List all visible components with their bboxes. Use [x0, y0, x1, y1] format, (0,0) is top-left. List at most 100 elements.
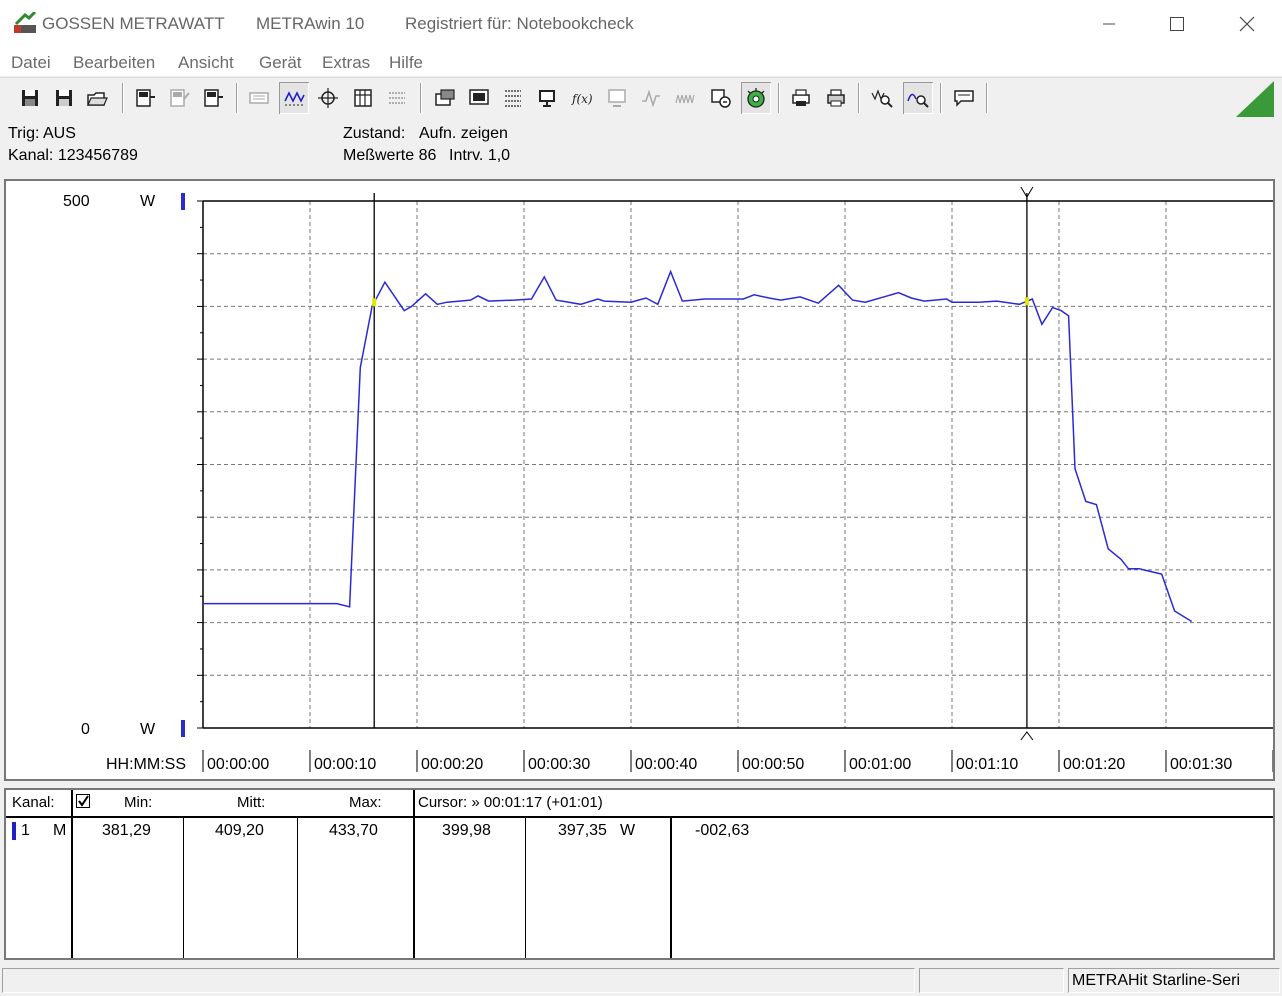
- column-divider: [670, 818, 672, 958]
- zoom-wave-icon[interactable]: [867, 82, 897, 114]
- x-tick-label: 00:01:10: [956, 756, 1019, 773]
- keyboard-disabled-icon[interactable]: [244, 82, 274, 114]
- status-bar: METRAHit Starline-Seri: [0, 966, 1282, 996]
- column-divider: [183, 818, 184, 958]
- interval-value: Intrv. 1,0: [449, 147, 511, 164]
- waveform-view-icon[interactable]: [279, 82, 309, 114]
- x-axis-label: HH:MM:SS: [106, 756, 186, 773]
- zoom-curve-icon[interactable]: [903, 82, 933, 114]
- menu-extras[interactable]: Extras: [322, 53, 370, 73]
- status-pane-device: METRAHit Starline-Seri: [1068, 968, 1280, 993]
- x-tick-label: 00:00:20: [421, 756, 484, 773]
- column-divider: [297, 818, 298, 958]
- menu-datei[interactable]: Datei: [11, 53, 51, 73]
- cursor-bottom-arrow-icon: [1020, 731, 1034, 741]
- cursor-point-marker-2: [1024, 297, 1029, 306]
- y-scale-marker-top: [181, 193, 185, 210]
- chart-panel[interactable]: 500 W 0 W HH:MM:SS 00:00:00 00:00:10 00:00…: [4, 179, 1275, 781]
- minimize-button[interactable]: [1086, 8, 1132, 40]
- close-icon: [1239, 16, 1255, 32]
- maximize-button[interactable]: [1154, 8, 1200, 40]
- min-header: Min:: [124, 794, 153, 811]
- menu-geraet[interactable]: Gerät: [259, 53, 302, 73]
- menu-ansicht[interactable]: Ansicht: [178, 53, 234, 73]
- channel-header: Kanal:: [12, 794, 55, 811]
- channel-mode: M: [53, 822, 67, 839]
- y-axis-max-label: 500: [63, 193, 90, 210]
- app-title: METRAwin 10: [256, 14, 365, 33]
- state-label: Zustand:: [343, 125, 406, 142]
- x-tick-label: 00:00:50: [742, 756, 805, 773]
- close-button[interactable]: [1224, 8, 1270, 40]
- y-axis-min-unit: W: [140, 721, 156, 738]
- max-value: 433,70: [329, 822, 378, 839]
- screen-icon[interactable]: [464, 82, 494, 114]
- svg-text:ƒ(x): ƒ(x): [571, 92, 593, 106]
- display-disabled-icon[interactable]: [602, 82, 632, 114]
- save-as-icon[interactable]: [49, 82, 79, 114]
- table-header-divider: [6, 816, 1273, 818]
- power-series-line: [203, 269, 1193, 623]
- table-view-icon[interactable]: [348, 82, 378, 114]
- mean-header: Mitt:: [237, 794, 266, 811]
- x-tick-label: 00:00:40: [635, 756, 698, 773]
- print-icon[interactable]: [821, 82, 851, 114]
- device-read-icon[interactable]: [130, 82, 160, 114]
- channel-status: Kanal: 123456789: [8, 147, 138, 164]
- x-tick-label: 00:01:30: [1170, 756, 1233, 773]
- checkmark-icon: [78, 795, 89, 807]
- line-chart[interactable]: [6, 181, 1273, 779]
- column-divider: [525, 818, 526, 958]
- formula-icon[interactable]: ƒ(x): [567, 82, 597, 114]
- record-gauge-icon[interactable]: [741, 82, 771, 114]
- printer-icon[interactable]: [786, 82, 816, 114]
- menu-bar: Datei Bearbeiten Ansicht Gerät Extras Hi…: [0, 48, 1282, 76]
- menu-hilfe[interactable]: Hilfe: [389, 53, 423, 73]
- channel-number: 1: [21, 822, 30, 839]
- cursor2-value: 397,35: [558, 822, 607, 839]
- list-view-icon[interactable]: [382, 82, 412, 114]
- cursor-point-marker-1: [372, 298, 377, 307]
- x-tick-label: 00:00:30: [528, 756, 591, 773]
- brand-title: GOSSEN METRAWATT: [42, 14, 225, 33]
- save-icon[interactable]: [15, 82, 45, 114]
- sample-count: Meßwerte 86: [343, 147, 437, 164]
- status-pane-main: [2, 968, 915, 993]
- title-bar: GOSSEN METRAWATT METRAwin 10 Registriert…: [0, 0, 1282, 48]
- maximize-icon: [1170, 17, 1184, 31]
- x-tick-label: 00:01:20: [1063, 756, 1126, 773]
- column-divider: [413, 790, 415, 958]
- open-folder-icon[interactable]: [82, 82, 112, 114]
- x-tick-label: 00:00:00: [207, 756, 270, 773]
- column-divider: [71, 790, 73, 958]
- status-triangle-icon: [1236, 81, 1274, 117]
- max-header: Max:: [349, 794, 382, 811]
- trigger-status: Trig: AUS: [8, 125, 76, 142]
- cursor-delta-value: -002,63: [695, 822, 750, 839]
- crosshair-icon[interactable]: [313, 82, 343, 114]
- window-view-icon[interactable]: [430, 82, 460, 114]
- toolbar: ƒ(x): [0, 77, 1282, 121]
- y-axis-min-label: 0: [81, 721, 90, 738]
- grid-icon[interactable]: [498, 82, 528, 114]
- channel-checkbox[interactable]: [76, 794, 90, 808]
- x-tick-label: 00:00:10: [314, 756, 377, 773]
- scan-icon[interactable]: [706, 82, 736, 114]
- device-disabled-icon[interactable]: [164, 82, 194, 114]
- x-tick-label: 00:01:00: [849, 756, 912, 773]
- signal-peaks-disabled-icon[interactable]: [670, 82, 700, 114]
- signal-disabled-icon[interactable]: [636, 82, 666, 114]
- cursor-header: Cursor: » 00:01:17 (+01:01): [418, 794, 603, 811]
- device-write-icon[interactable]: [198, 82, 228, 114]
- cursor-unit: W: [620, 822, 636, 839]
- measurement-table: Kanal: Min: Mitt: Max: Cursor: » 00:01:1…: [4, 788, 1275, 960]
- monitor-icon[interactable]: [532, 82, 562, 114]
- channel-color-marker: [12, 822, 16, 840]
- chat-icon[interactable]: [949, 82, 979, 114]
- menu-bearbeiten[interactable]: Bearbeiten: [73, 53, 155, 73]
- state-value: Aufn. zeigen: [419, 125, 508, 142]
- gossen-logo-icon: [14, 12, 37, 33]
- registered-text: Registriert für: Notebookcheck: [405, 14, 634, 33]
- y-axis-max-unit: W: [140, 193, 156, 210]
- mean-value: 409,20: [215, 822, 264, 839]
